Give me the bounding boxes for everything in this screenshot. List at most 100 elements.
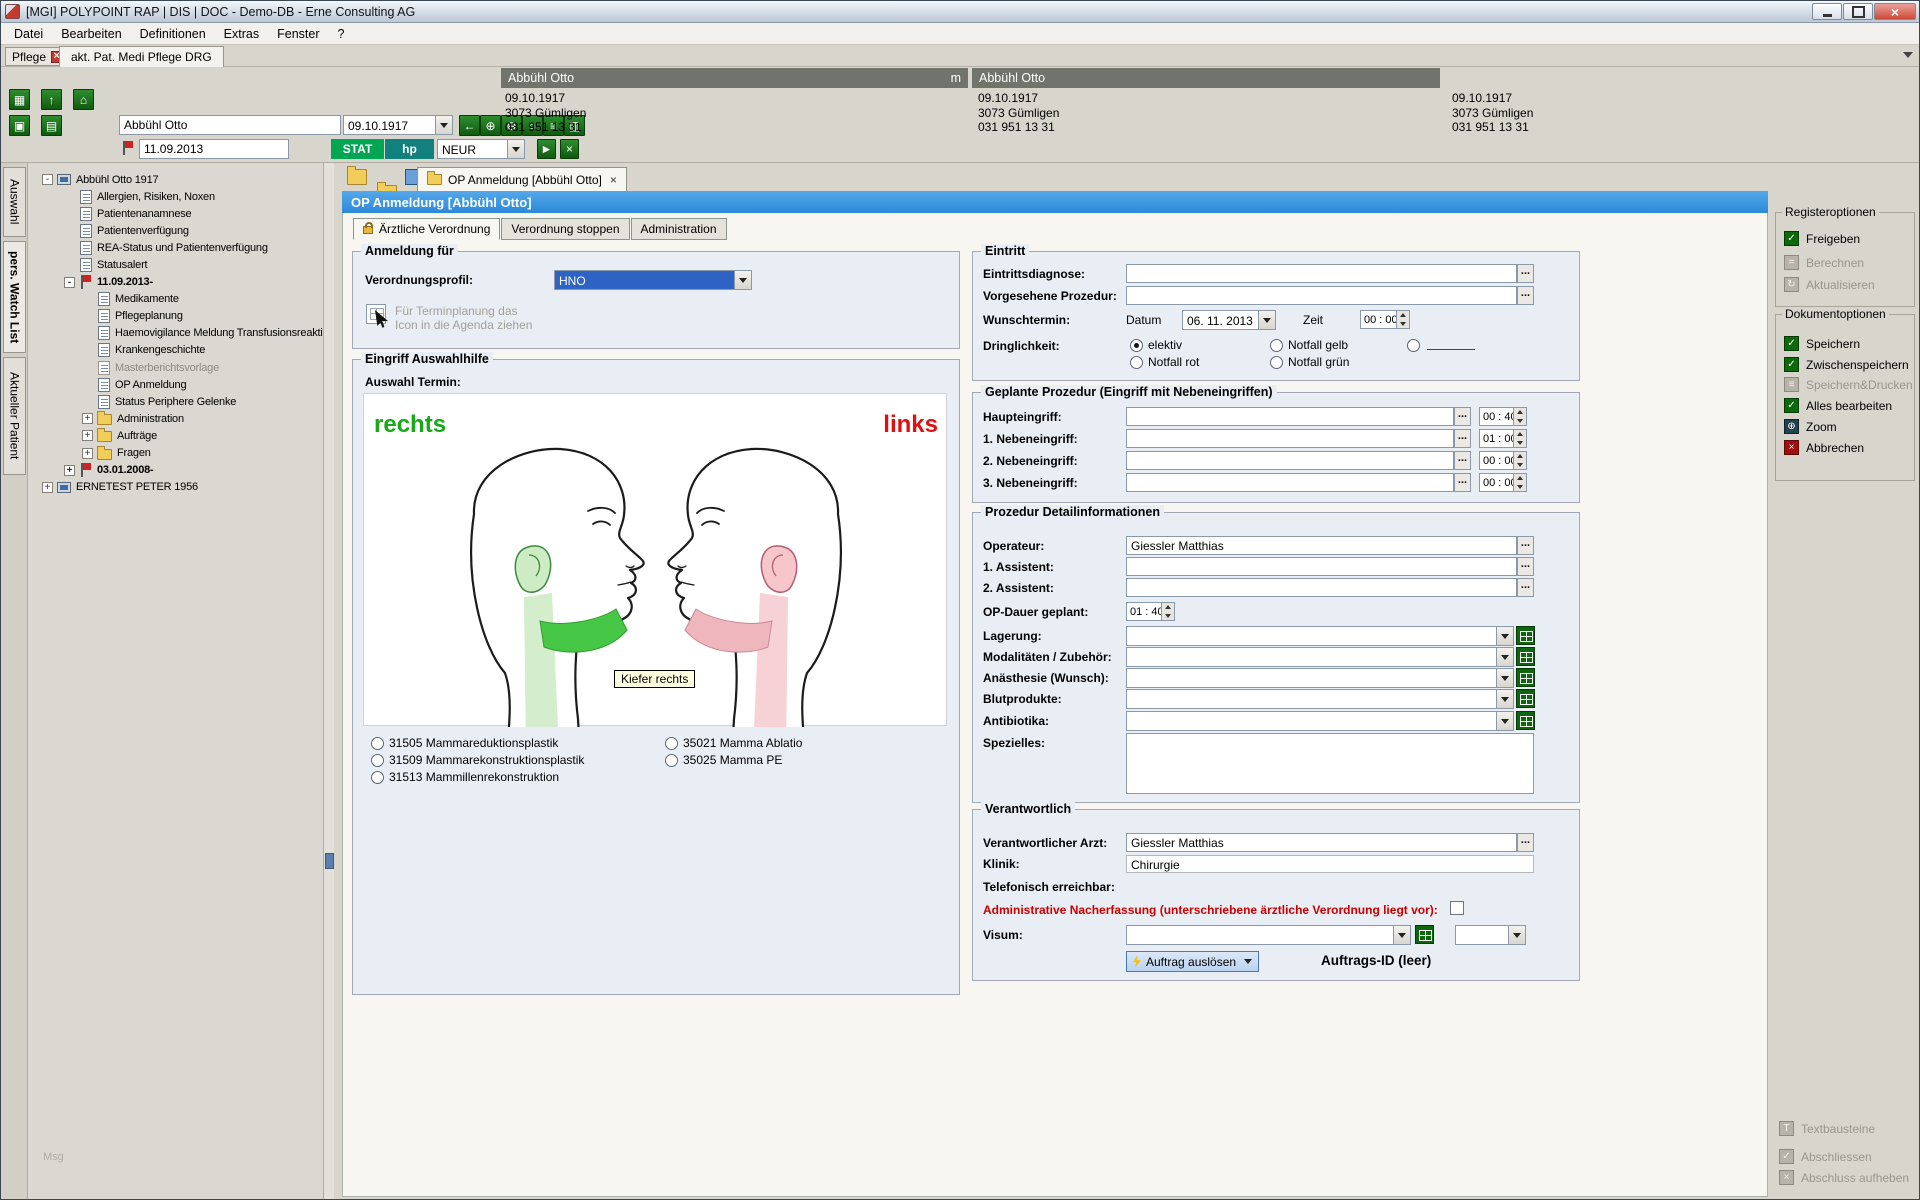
tree-row-disabled[interactable]: Masterberichtsvorlage [34, 359, 323, 376]
expander-icon[interactable] [82, 413, 93, 424]
option-zoom[interactable]: ⊕Zoom [1784, 419, 1837, 434]
tree-row[interactable]: Krankengeschichte [34, 342, 323, 359]
verordnungsprofil-combo[interactable]: HNO [554, 270, 752, 290]
zoom-in-icon[interactable]: ⊕ [480, 115, 501, 136]
up-icon[interactable]: ↑ [41, 89, 62, 110]
menu-extras[interactable]: Extras [215, 24, 268, 44]
nebeneingriff3-time-spinner[interactable]: 00 : 00 [1479, 473, 1527, 492]
button-dropdown-arrow-icon[interactable] [1244, 959, 1252, 964]
tab-akt-pat[interactable]: akt. Pat. Medi Pflege DRG [59, 46, 224, 67]
tree-row-case-date[interactable]: 11.09.2013- [34, 274, 323, 291]
tree-row[interactable]: Abbühl Otto 1917 [34, 171, 323, 188]
option-speichern[interactable]: ✓Speichern [1784, 336, 1860, 351]
verordnungsprofil-arrow-icon[interactable] [734, 271, 751, 289]
tree-row-patient[interactable]: ERNETEST PETER 1956 [34, 479, 323, 496]
tree-row[interactable]: Medikamente [34, 291, 323, 308]
haupteingriff-time-spinner[interactable]: 00 : 40 [1479, 407, 1527, 426]
tabstrip-dropdown-icon[interactable] [1903, 52, 1913, 58]
tree-row-folder[interactable]: Administration [34, 410, 323, 427]
folder-open-icon[interactable] [347, 169, 367, 185]
tree-row-op-anmeldung[interactable]: OP Anmeldung [34, 376, 323, 393]
tree-row[interactable]: Status Periphere Gelenke [34, 393, 323, 410]
spezielles-textarea[interactable] [1126, 733, 1534, 794]
visum-secondary-combo[interactable] [1455, 925, 1526, 945]
combo-arrow-icon[interactable] [1393, 926, 1410, 944]
expander-icon[interactable] [82, 448, 93, 459]
birthdate-combo[interactable]: 09.10.1917 [343, 115, 453, 135]
combo-arrow-icon[interactable] [1496, 690, 1513, 708]
home-icon[interactable]: ⌂ [73, 89, 94, 110]
ear-region-left[interactable] [761, 546, 796, 592]
blutprodukte-combo[interactable] [1126, 689, 1514, 709]
sidetab-watchlist[interactable]: pers. Watch List [3, 241, 26, 353]
option-freigeben[interactable]: ✓Freigeben [1784, 231, 1860, 246]
tree-row[interactable]: Pflegeplanung [34, 308, 323, 325]
antibiotika-catalog-button[interactable] [1516, 711, 1535, 730]
modalitaeten-catalog-button[interactable] [1516, 647, 1535, 666]
expander-icon[interactable] [64, 277, 75, 288]
tree-row[interactable]: Patientenverfügung [34, 222, 323, 239]
expander-icon[interactable] [42, 174, 53, 185]
maximize-button[interactable] [1843, 3, 1873, 20]
combo-arrow-icon[interactable] [1496, 669, 1513, 687]
nebeneingriff1-field[interactable] [1126, 429, 1454, 448]
nebeneingriff1-time-spinner[interactable]: 01 : 00 [1479, 429, 1527, 448]
radio-notfall-gruen[interactable] [1270, 356, 1283, 369]
next-icon[interactable]: ► [537, 139, 556, 159]
window-icon[interactable]: ▣ [9, 115, 30, 136]
birthdate-combo-arrow-icon[interactable] [435, 116, 452, 134]
subtab-aerztliche-verordnung[interactable]: Ärztliche Verordnung [353, 218, 500, 240]
menu-hilfe[interactable]: ? [329, 24, 354, 44]
spinner-arrows-icon[interactable] [1513, 474, 1526, 491]
vorgesehene-prozedur-field[interactable] [1126, 286, 1517, 305]
antibiotika-combo[interactable] [1126, 711, 1514, 731]
expander-icon[interactable] [42, 482, 53, 493]
sidetab-aktueller-patient[interactable]: Aktueller Patient [3, 357, 26, 475]
verantwortlicher-arzt-field[interactable] [1126, 833, 1517, 852]
visum-catalog-button[interactable] [1415, 925, 1434, 944]
spinner-arrows-icon[interactable] [1513, 408, 1526, 425]
nebeneingriff3-field[interactable] [1126, 473, 1454, 492]
visum-combo[interactable] [1126, 925, 1411, 945]
tree-row[interactable]: Patientenanamnese [34, 205, 323, 222]
op-dauer-spinner[interactable]: 01 : 40 [1126, 602, 1175, 621]
combo-arrow-icon[interactable] [1508, 926, 1525, 944]
spinner-arrows-icon[interactable] [1161, 603, 1174, 620]
combo-arrow-icon[interactable] [1496, 627, 1513, 645]
operateur-field[interactable] [1126, 536, 1517, 555]
tree-scrollbar-thumb[interactable] [325, 853, 334, 869]
nebeneingriff2-browse-button[interactable] [1454, 451, 1471, 470]
subtab-administration[interactable]: Administration [631, 218, 727, 240]
nebeneingriff3-browse-button[interactable] [1454, 473, 1471, 492]
document-tab-close-icon[interactable]: × [608, 173, 617, 187]
tree-row-case-date[interactable]: 03.01.2008- [34, 462, 323, 479]
grid-icon[interactable]: ▤ [41, 115, 62, 136]
select-grid-icon[interactable]: ▦ [9, 89, 30, 110]
assistent2-browse-button[interactable] [1517, 578, 1534, 597]
spinner-arrows-icon[interactable] [1513, 430, 1526, 447]
tree-scrollbar[interactable] [323, 163, 334, 1200]
vorgesehene-prozedur-browse-button[interactable] [1517, 286, 1534, 305]
modalitaeten-combo[interactable] [1126, 647, 1514, 667]
unit-combo-arrow-icon[interactable] [507, 140, 524, 158]
radio-31505[interactable] [371, 737, 384, 750]
assistent1-field[interactable] [1126, 557, 1517, 576]
menu-datei[interactable]: Datei [5, 24, 52, 44]
ear-region-right[interactable] [515, 546, 550, 592]
sidetab-auswahl[interactable]: Auswahl [3, 167, 26, 237]
wunschtermin-datum-combo[interactable]: 06. 11. 2013 [1182, 310, 1276, 330]
lagerung-combo[interactable] [1126, 626, 1514, 646]
auftrag-ausloesen-button[interactable]: Auftrag auslösen [1126, 951, 1259, 972]
back-icon[interactable]: ← [459, 115, 480, 136]
option-alles-bearbeiten[interactable]: ✓Alles bearbeiten [1784, 398, 1892, 413]
expander-icon[interactable] [82, 430, 93, 441]
radio-35021[interactable] [665, 737, 678, 750]
tree-row-folder[interactable]: Aufträge [34, 427, 323, 444]
menu-bearbeiten[interactable]: Bearbeiten [52, 24, 130, 44]
menu-definitionen[interactable]: Definitionen [131, 24, 215, 44]
blutprodukte-catalog-button[interactable] [1516, 689, 1535, 708]
radio-31513[interactable] [371, 771, 384, 784]
eintrittsdiagnose-field[interactable] [1126, 264, 1517, 283]
assistent2-field[interactable] [1126, 578, 1517, 597]
radio-31509[interactable] [371, 754, 384, 767]
